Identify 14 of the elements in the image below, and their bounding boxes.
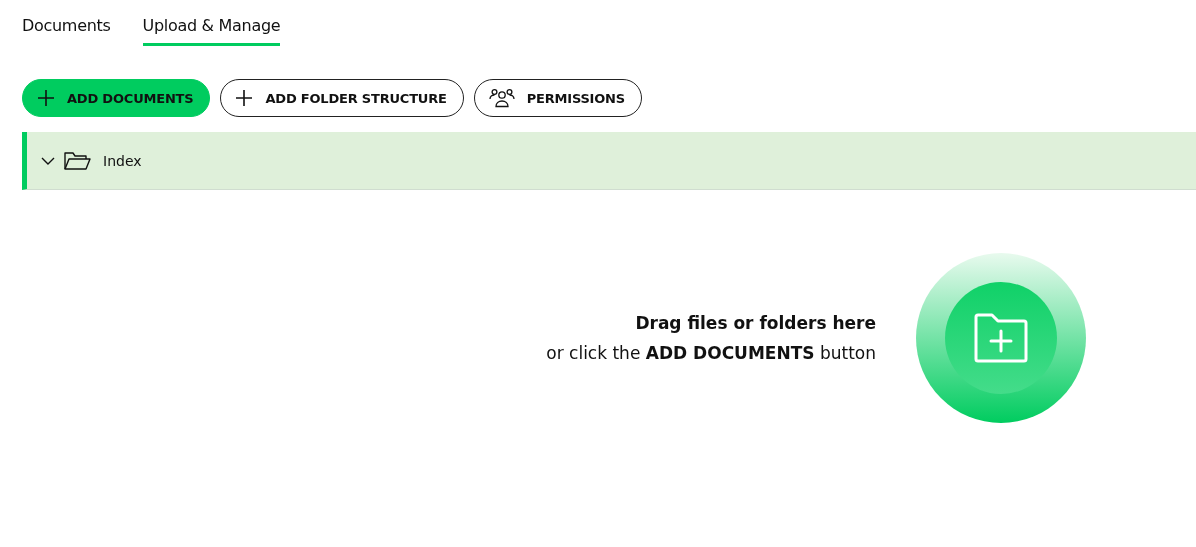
folder-plus-icon bbox=[973, 313, 1029, 363]
drop-title: Drag files or folders here bbox=[635, 313, 876, 333]
tab[interactable]: Documents bbox=[22, 10, 111, 46]
tab[interactable]: Upload & Manage bbox=[142, 10, 281, 46]
folder-row[interactable]: Index bbox=[22, 132, 1196, 190]
folder-icon bbox=[63, 149, 91, 172]
people-icon bbox=[488, 88, 515, 108]
permissions-button[interactable]: PERMISSIONS bbox=[473, 79, 642, 117]
drop-hint: or click the ADD DOCUMENTS button bbox=[546, 343, 876, 363]
add-button[interactable]: ADD DOCUMENTS bbox=[22, 79, 211, 117]
folder-name: Index bbox=[103, 152, 142, 169]
plus-icon bbox=[235, 89, 254, 107]
plus-icon bbox=[37, 89, 55, 107]
add-button[interactable]: ADD FOLDER STRUCTURE bbox=[220, 79, 464, 117]
